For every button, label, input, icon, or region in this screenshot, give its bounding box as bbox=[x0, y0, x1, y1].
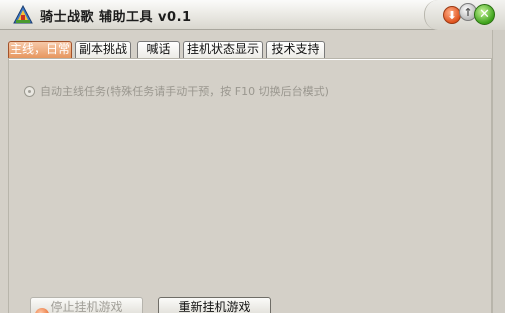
stop-idle-button[interactable]: 停止挂机游戏 bbox=[30, 297, 143, 313]
app-window: 骑士战歌 辅助工具 v0.1 ⬇ ↑ ✕ 主线，日常 副本挑战 喊话 挂机状态显… bbox=[0, 0, 505, 313]
vertical-scrollbar[interactable] bbox=[492, 30, 505, 313]
restart-idle-label: 重新挂机游戏 bbox=[178, 300, 251, 313]
auto-mainline-option[interactable]: 自动主线任务(特殊任务请手动干预，按 F10 切换后台模式) bbox=[24, 83, 329, 99]
stop-idle-label: 停止挂机游戏 bbox=[50, 300, 123, 313]
auto-mainline-radio[interactable] bbox=[24, 85, 35, 97]
tab-idle-status[interactable]: 挂机状态显示 bbox=[183, 41, 263, 58]
minimize-icon[interactable]: ⬇ bbox=[443, 6, 461, 24]
tab-panel-mainline: 自动主线任务(特殊任务请手动干预，按 F10 切换后台模式) bbox=[8, 58, 492, 313]
tab-dungeon-challenge[interactable]: 副本挑战 bbox=[75, 41, 131, 58]
window-title: 骑士战歌 辅助工具 v0.1 bbox=[40, 10, 192, 25]
app-logo-icon bbox=[13, 5, 33, 24]
close-icon[interactable]: ✕ bbox=[474, 4, 495, 25]
title-bar[interactable]: 骑士战歌 辅助工具 v0.1 bbox=[0, 0, 505, 30]
panel-divider bbox=[9, 59, 491, 60]
tab-tech-support[interactable]: 技术支持 bbox=[266, 41, 325, 58]
auto-mainline-label: 自动主线任务(特殊任务请手动干预，按 F10 切换后台模式) bbox=[40, 85, 329, 98]
tab-mainline-daily[interactable]: 主线，日常 bbox=[8, 41, 72, 58]
restart-idle-button[interactable]: 重新挂机游戏 bbox=[158, 297, 271, 313]
stop-icon bbox=[35, 308, 49, 313]
tab-shout[interactable]: 喊话 bbox=[137, 41, 180, 58]
